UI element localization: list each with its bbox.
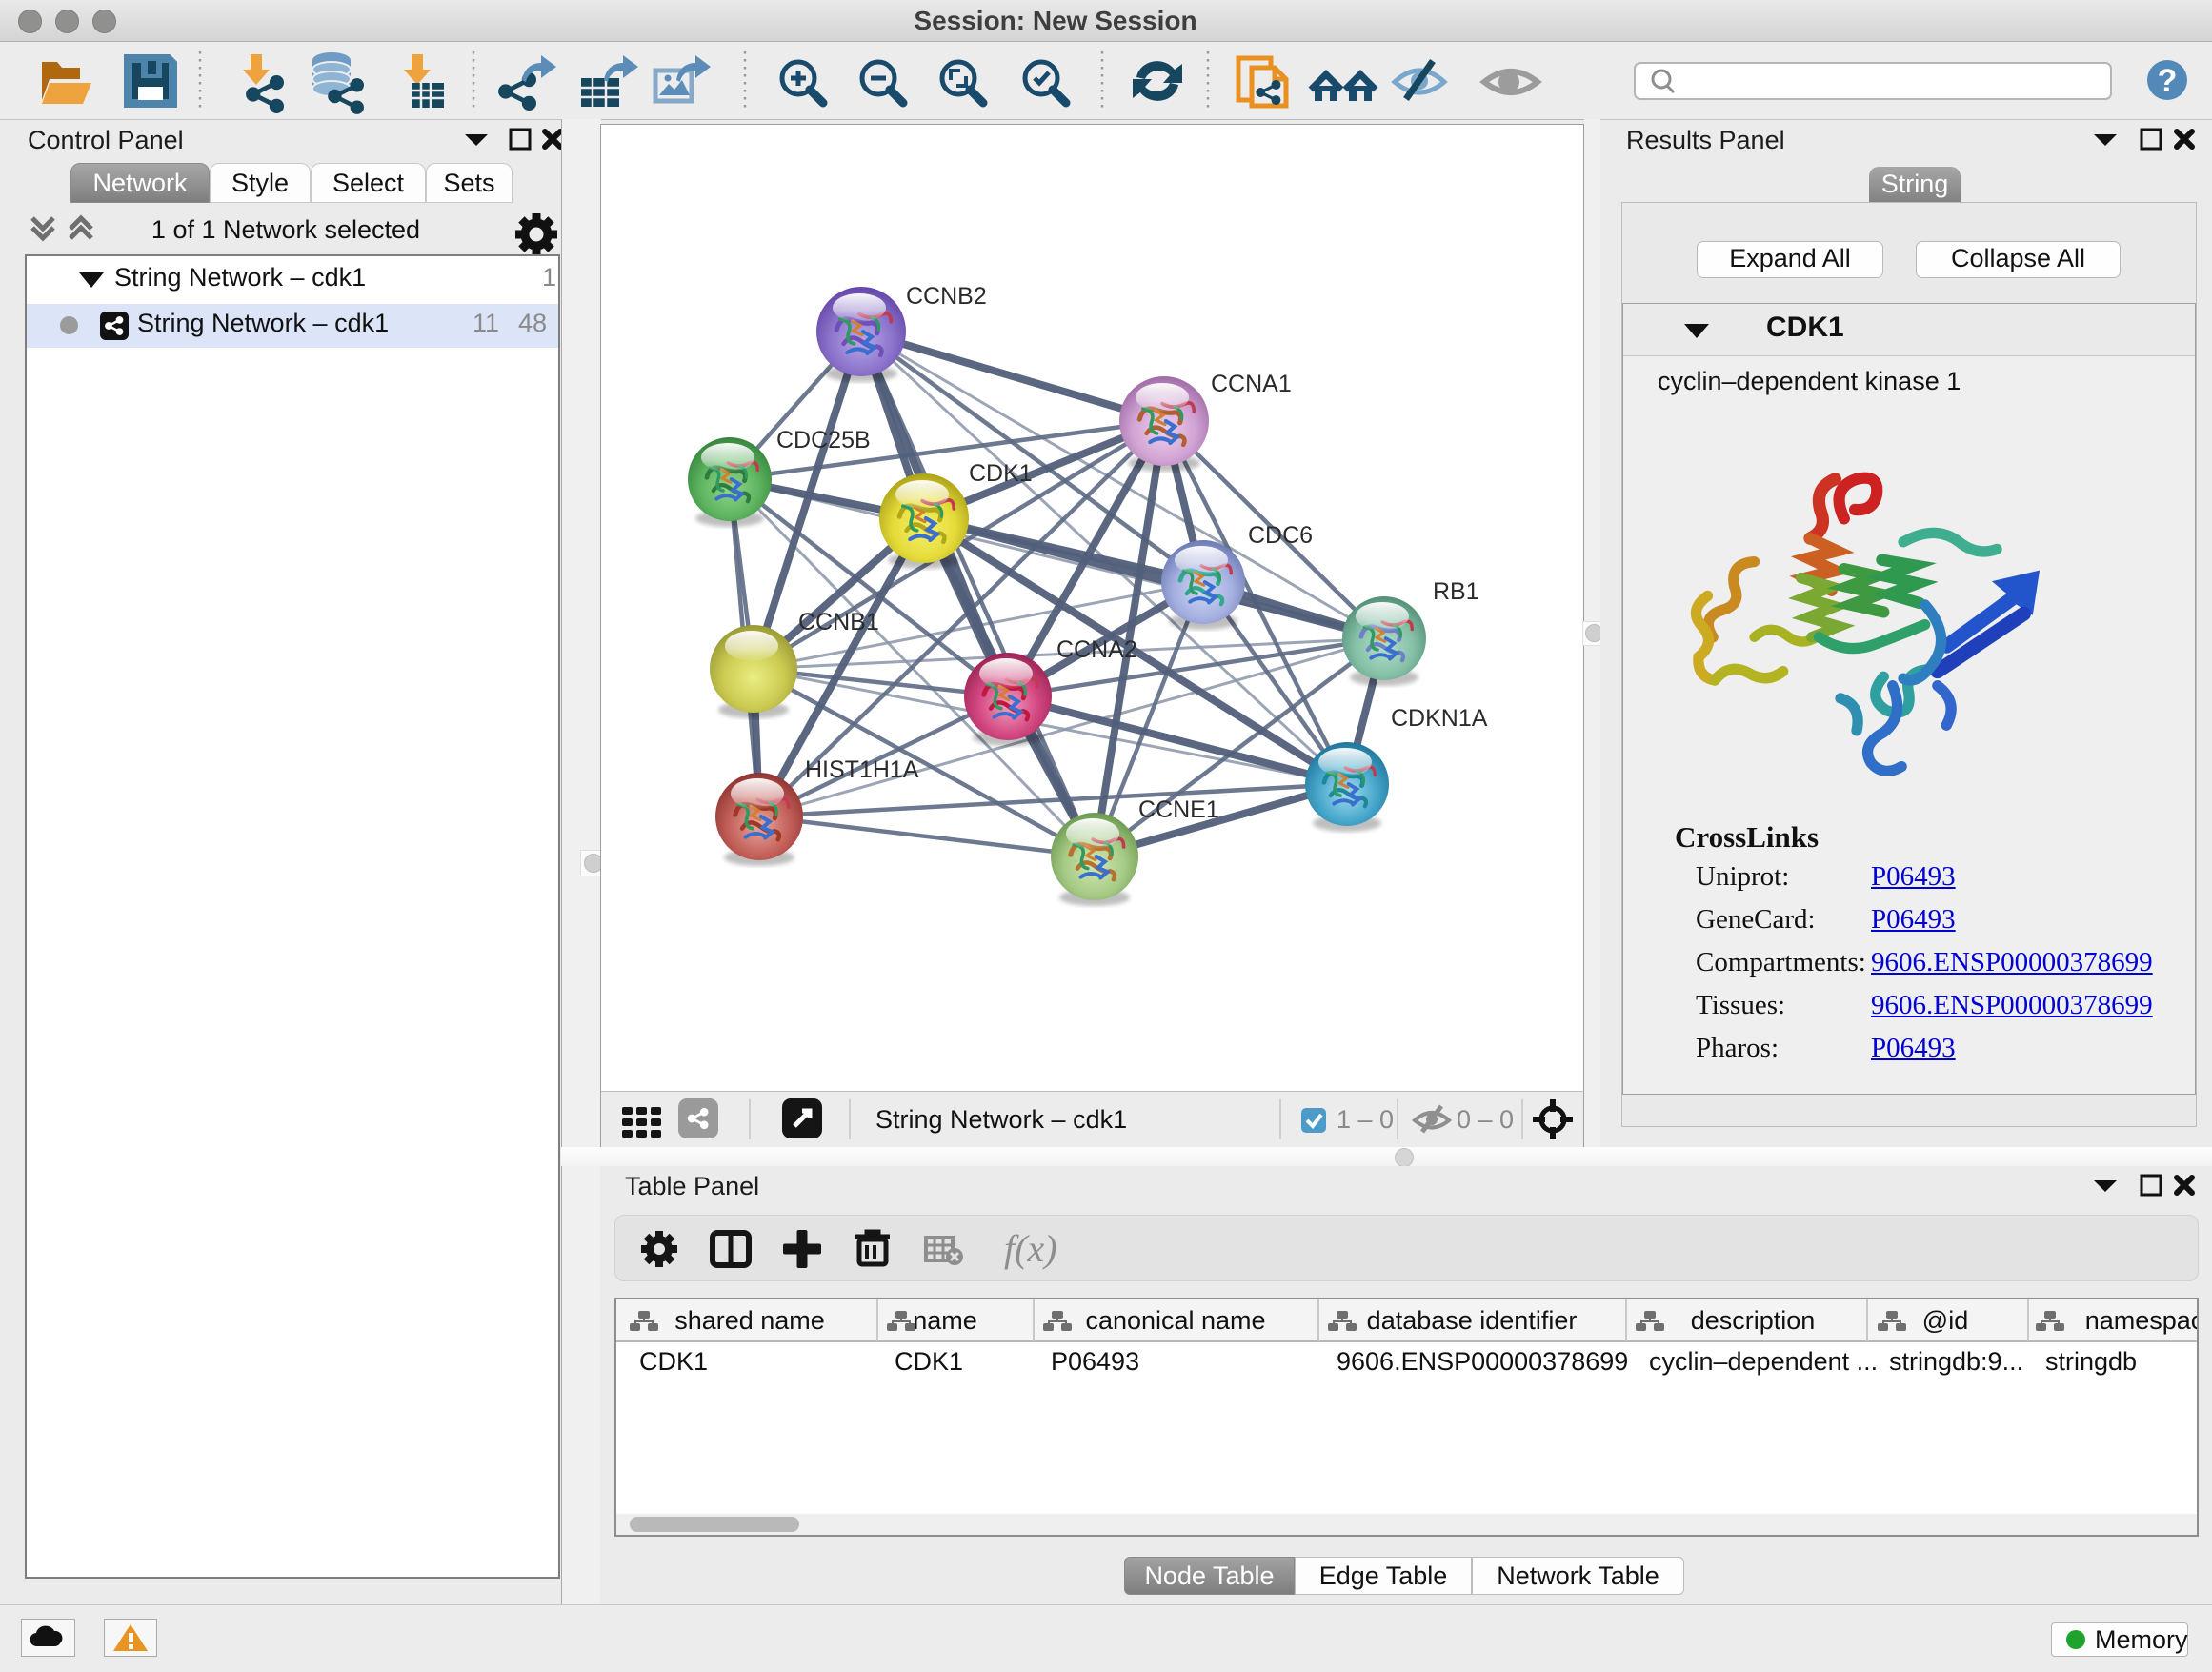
- svg-text:CDC6: CDC6: [1248, 522, 1313, 549]
- svg-text:CDK1: CDK1: [895, 1347, 963, 1376]
- svg-text:CDKN1A: CDKN1A: [1391, 705, 1488, 732]
- svg-text:CDK1: CDK1: [639, 1347, 708, 1376]
- svg-text:f(x): f(x): [1004, 1227, 1057, 1270]
- svg-text:database identifier: database identifier: [1367, 1306, 1578, 1335]
- svg-text:stringdb: stringdb: [2045, 1347, 2137, 1376]
- svg-text:CCNA1: CCNA1: [1211, 371, 1292, 397]
- svg-text:CCNB1: CCNB1: [798, 609, 879, 635]
- svg-text:HIST1H1A: HIST1H1A: [805, 756, 919, 783]
- svg-text:@id: @id: [1922, 1306, 1968, 1335]
- svg-text:stringdb:9...: stringdb:9...: [1889, 1347, 2023, 1376]
- svg-text:1 – 0: 1 – 0: [1337, 1105, 1394, 1134]
- svg-text:RB1: RB1: [1433, 578, 1479, 605]
- svg-text:CDC25B: CDC25B: [776, 427, 871, 453]
- svg-text:canonical name: canonical name: [1085, 1306, 1265, 1335]
- svg-text:description: description: [1691, 1306, 1816, 1335]
- svg-text:?: ?: [2158, 63, 2178, 99]
- svg-text:namespac: namespac: [2085, 1306, 2197, 1335]
- svg-text:P06493: P06493: [1051, 1347, 1139, 1376]
- svg-text:CCNE1: CCNE1: [1138, 796, 1219, 823]
- svg-text:CCNA2: CCNA2: [1056, 636, 1137, 663]
- svg-text:0 – 0: 0 – 0: [1457, 1105, 1514, 1134]
- svg-text:shared name: shared name: [674, 1306, 825, 1335]
- svg-text:String Network – cdk1: String Network – cdk1: [875, 1105, 1127, 1134]
- svg-text:CDK1: CDK1: [969, 460, 1033, 487]
- svg-text:9606.ENSP00000378699: 9606.ENSP00000378699: [1337, 1347, 1628, 1376]
- svg-text:cyclin–dependent ...: cyclin–dependent ...: [1649, 1347, 1878, 1376]
- svg-text:CCNB2: CCNB2: [906, 283, 987, 310]
- svg-text:name: name: [913, 1306, 977, 1335]
